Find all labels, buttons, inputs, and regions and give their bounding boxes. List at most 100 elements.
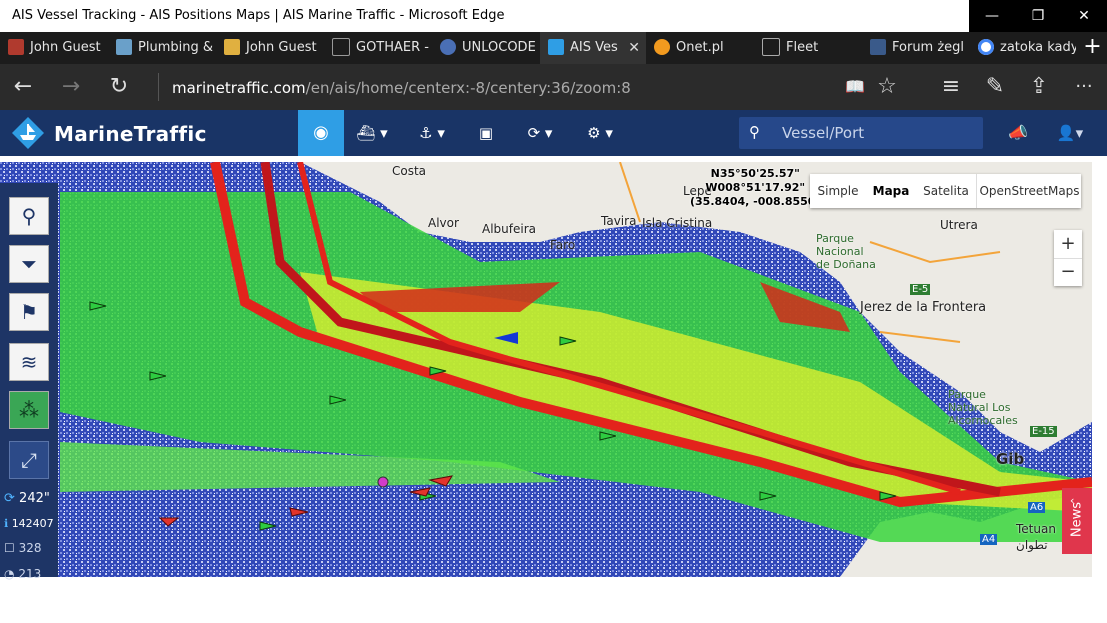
fleet-icon: ⚑ (20, 300, 38, 324)
forward-button[interactable]: → (48, 64, 94, 110)
map-type-satelita[interactable]: Satelita (916, 174, 976, 208)
place-label: Parque Natural Los Alcornocales (948, 388, 1018, 427)
back-button[interactable]: ← (0, 64, 46, 110)
url-host: marinetraffic.com (172, 79, 306, 97)
road-label: A4 (980, 534, 998, 545)
expand-icon: ⤢ (21, 448, 37, 472)
globe-icon (440, 38, 456, 55)
favicon-icon (116, 38, 132, 55)
web-note-icon[interactable]: ✎ (972, 64, 1018, 110)
minimize-button[interactable]: — (969, 0, 1015, 32)
favorite-star-icon[interactable]: ☆ (864, 64, 910, 110)
favicon-icon (654, 38, 670, 55)
map-canvas (0, 162, 1092, 577)
pie-icon: ◔ (4, 567, 15, 581)
ports-menu-button[interactable]: ⚓ ▾ (404, 110, 460, 156)
map-type-mapa[interactable]: Mapa (866, 174, 916, 208)
other-count: ◔ 213 (4, 567, 42, 581)
favicon-icon (332, 37, 350, 56)
refresh-icon: ⟳ (4, 491, 15, 506)
vessel-density-map[interactable]: Costa Alvor Albufeira Faro Tavira Isla C… (0, 162, 1092, 577)
settings-menu-button[interactable]: ⚙ ▾ (572, 110, 628, 156)
more-icon[interactable]: ··· (1061, 64, 1107, 110)
favicon-icon (870, 38, 886, 55)
news-label-wrap: News (1062, 488, 1092, 554)
density-tool-button[interactable]: ⁂ (9, 391, 49, 429)
google-icon (978, 38, 994, 55)
tab-gothaer[interactable]: GOTHAER - (324, 32, 432, 64)
place-label: Costa (392, 164, 427, 178)
filter-tool-button[interactable]: ⏷ (9, 245, 49, 283)
sync-menu-button[interactable]: ⟳ ▾ (512, 110, 568, 156)
user-icon: 👤▾ (1056, 124, 1084, 142)
marinetraffic-favicon-icon (548, 38, 564, 55)
search-icon: ⚲ (21, 204, 37, 228)
tab-john-guest[interactable]: John Guest (0, 32, 108, 64)
refresh-button[interactable]: ↻ (96, 64, 142, 110)
photos-button[interactable]: ▣ (464, 110, 508, 156)
tab-unlocode[interactable]: UNLOCODE (432, 32, 540, 64)
url-path: /en/ais/home/centerx:-8/centery:36/zoom:… (305, 79, 631, 97)
zoom-control: + − (1054, 230, 1082, 286)
layers-tool-button[interactable]: ≋ (9, 343, 49, 381)
tab-zatoka[interactable]: zatoka kady (970, 32, 1076, 64)
info-icon: ℹ (4, 517, 9, 530)
tab-bar: John Guest Plumbing & John Guest GOTHAER… (0, 32, 1107, 64)
vessel-count: ℹ 142407 (4, 517, 54, 530)
restore-button[interactable]: ❐ (1015, 0, 1061, 32)
place-label: Tetuan (1016, 522, 1056, 536)
coord-latitude: N35°50'25.57" (710, 167, 800, 180)
place-label: Alvor (428, 216, 459, 230)
filter-icon: ⏷ (21, 252, 37, 276)
new-tab-button[interactable]: + (1078, 32, 1107, 64)
ship-icon: ⛴ ▾ (356, 124, 388, 142)
place-label: Gib (996, 450, 1025, 468)
search-icon: ⚲ (749, 123, 760, 141)
map-type-selector: Simple Mapa Satelita OpenStreetMaps (810, 174, 1081, 208)
tab-ais-vessel[interactable]: AIS Ves ✕ (540, 32, 646, 64)
tab-plumbing[interactable]: Plumbing & (108, 32, 216, 64)
place-label: Utrera (940, 218, 978, 232)
coord-longitude: W008°51'17.92" (705, 181, 806, 194)
road-label: A6 (1028, 502, 1046, 513)
hub-icon[interactable]: ≡ (928, 64, 974, 110)
tab-john-guest-2[interactable]: John Guest (216, 32, 324, 64)
window-controls: — ❐ ✕ (969, 0, 1107, 32)
road-label: E-5 (910, 284, 931, 295)
zoom-in-button[interactable]: + (1054, 230, 1082, 259)
road-label: E-15 (1030, 426, 1057, 437)
favicon-icon (8, 38, 24, 55)
fullscreen-tool-button[interactable]: ⤢ (9, 441, 49, 479)
account-menu-button[interactable]: 👤▾ (1044, 110, 1096, 156)
cursor-coordinates: N35°50'25.57" W008°51'17.92" (35.8404, -… (690, 167, 821, 209)
globe-icon: ◉ (313, 122, 329, 143)
tab-onet[interactable]: Onet.pl (646, 32, 754, 64)
search-tool-button[interactable]: ⚲ (9, 197, 49, 235)
refresh-timer: ⟳ 242" (4, 491, 50, 506)
place-label: Albufeira (482, 222, 536, 236)
close-window-button[interactable]: ✕ (1061, 0, 1107, 32)
close-tab-icon[interactable]: ✕ (628, 32, 640, 64)
favicon-icon (762, 37, 780, 56)
fleets-tool-button[interactable]: ⚑ (9, 293, 49, 331)
megaphone-icon: 📣 (1008, 123, 1028, 142)
vessels-menu-button[interactable]: ⛴ ▾ (344, 110, 400, 156)
marinetraffic-logo-icon[interactable] (10, 115, 46, 151)
brand-name[interactable]: MarineTraffic (54, 122, 207, 146)
notifications-button[interactable]: 📣 (996, 110, 1040, 156)
tab-fleet[interactable]: Fleet (754, 32, 862, 64)
map-type-openstreetmaps[interactable]: OpenStreetMaps (976, 174, 1082, 208)
anchor-icon: ⚓ ▾ (419, 124, 445, 142)
coord-decimal: (35.8404, -008.8550) (690, 195, 821, 208)
tab-forum[interactable]: Forum żegl (862, 32, 970, 64)
window-title: AIS Vessel Tracking - AIS Positions Maps… (12, 8, 505, 23)
map-type-simple[interactable]: Simple (810, 174, 866, 208)
search-placeholder: Vessel/Port (782, 124, 865, 142)
network-icon: ⁂ (19, 398, 39, 422)
image-icon: ▣ (478, 124, 494, 142)
share-icon[interactable]: ⇪ (1016, 64, 1062, 110)
map-tools-panel: ⚲ ⏷ ⚑ ≋ ⁂ ⤢ ⟳ 242" ℹ 142407 ☐ 328 ◔ 213 (0, 183, 58, 581)
url-text[interactable]: marinetraffic.com/en/ais/home/centerx:-8… (172, 79, 631, 97)
live-map-button[interactable]: ◉ (298, 110, 344, 156)
zoom-out-button[interactable]: − (1054, 258, 1082, 286)
